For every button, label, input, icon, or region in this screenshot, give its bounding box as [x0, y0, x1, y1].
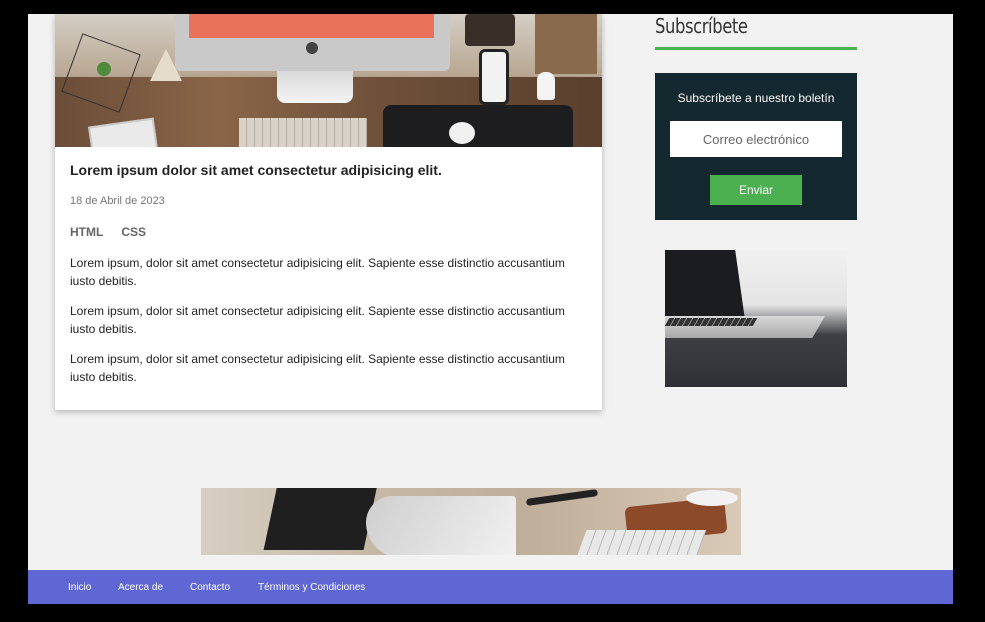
article-paragraph: Lorem ipsum, dolor sit amet consectetur …: [70, 304, 565, 336]
article-card: Lorem ipsum dolor sit amet consectetur a…: [55, 14, 602, 410]
newsletter-box: Subscríbete a nuestro boletín Enviar: [655, 73, 857, 220]
article-hero-image: [55, 14, 602, 147]
sidebar-heading: Subscríbete: [655, 14, 748, 38]
newsletter-heading: Subscríbete a nuestro boletín: [677, 91, 835, 105]
banner-image: [201, 488, 741, 555]
heading-underline: [655, 47, 857, 50]
apple-logo-icon: [306, 42, 318, 54]
footer-link-acerca-de[interactable]: Acerca de: [118, 582, 163, 593]
footer-link-terminos[interactable]: Términos y Condiciones: [258, 582, 365, 593]
footer-link-inicio[interactable]: Inicio: [68, 582, 91, 593]
page: Lorem ipsum dolor sit amet consectetur a…: [28, 14, 953, 604]
submit-button[interactable]: Enviar: [710, 175, 802, 205]
sidebar-laptop-image: [665, 250, 847, 387]
tag-html[interactable]: HTML: [70, 225, 103, 239]
article-title[interactable]: Lorem ipsum dolor sit amet consectetur a…: [70, 162, 590, 178]
article-paragraph: Lorem ipsum, dolor sit amet consectetur …: [70, 352, 565, 384]
email-field[interactable]: [670, 121, 842, 157]
tag-css[interactable]: CSS: [121, 225, 146, 239]
article-tags: HTML CSS: [70, 225, 146, 239]
footer-link-contacto[interactable]: Contacto: [190, 582, 230, 593]
footer-nav: Inicio Acerca de Contacto Términos y Con…: [28, 570, 953, 604]
article-paragraph: Lorem ipsum, dolor sit amet consectetur …: [70, 256, 565, 288]
article-date: 18 de Abril de 2023: [70, 195, 165, 207]
